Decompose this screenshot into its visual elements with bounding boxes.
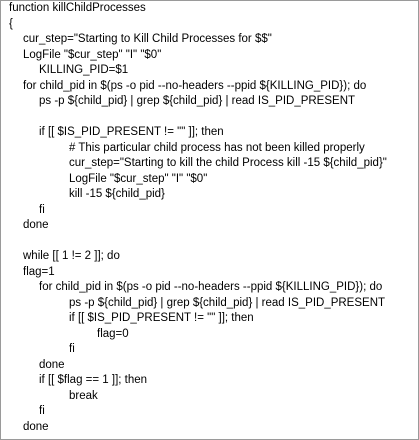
code-line: LogFile "$cur_step" "I" "$0"	[23, 48, 162, 61]
code-line: cur_step="Starting to Kill Child Process…	[23, 33, 272, 45]
code-line: done	[39, 358, 65, 371]
code-line: for child_pid in $(ps -o pid --no-header…	[23, 79, 367, 92]
code-line: done	[23, 420, 49, 433]
code-line: flag=1	[23, 265, 55, 278]
code-line: if [[ $flag == 1 ]]; then	[39, 374, 148, 386]
code-line: flag=0	[97, 327, 129, 340]
code-lines: function killChildProcesses { cur_step="…	[1, 1, 418, 435]
code-line: kill -15 ${child_pid}	[69, 188, 165, 200]
code-snippet: function killChildProcesses { cur_step="…	[0, 0, 419, 440]
code-line: while [[ 1 != 2 ]]; do	[23, 250, 120, 262]
code-line: break	[69, 389, 98, 402]
code-line: KILLING_PID=$1	[39, 64, 129, 76]
code-line: if [[ $IS_PID_PRESENT != "" ]]; then	[39, 126, 224, 138]
code-line: LogFile "$cur_step" "I" "$0"	[69, 172, 208, 185]
code-line: for child_pid in $(ps -o pid --no-header…	[39, 281, 383, 293]
code-line: function killChildProcesses	[9, 2, 146, 14]
code-line: {	[9, 17, 13, 30]
code-line: fi	[39, 203, 45, 216]
code-line: done	[23, 219, 49, 231]
code-line: # This particular child process has not …	[69, 141, 365, 154]
code-line: ps -p ${child_pid} | grep ${child_pid} |…	[39, 95, 356, 107]
code-line: fi	[69, 343, 75, 355]
code-line: if [[ $IS_PID_PRESENT != "" ]]; then	[69, 312, 254, 324]
code-line: ps -p ${child_pid} | grep ${child_pid} |…	[69, 296, 386, 309]
code-line: fi	[39, 405, 45, 417]
code-line: cur_step="Starting to kill the child Pro…	[69, 157, 387, 169]
